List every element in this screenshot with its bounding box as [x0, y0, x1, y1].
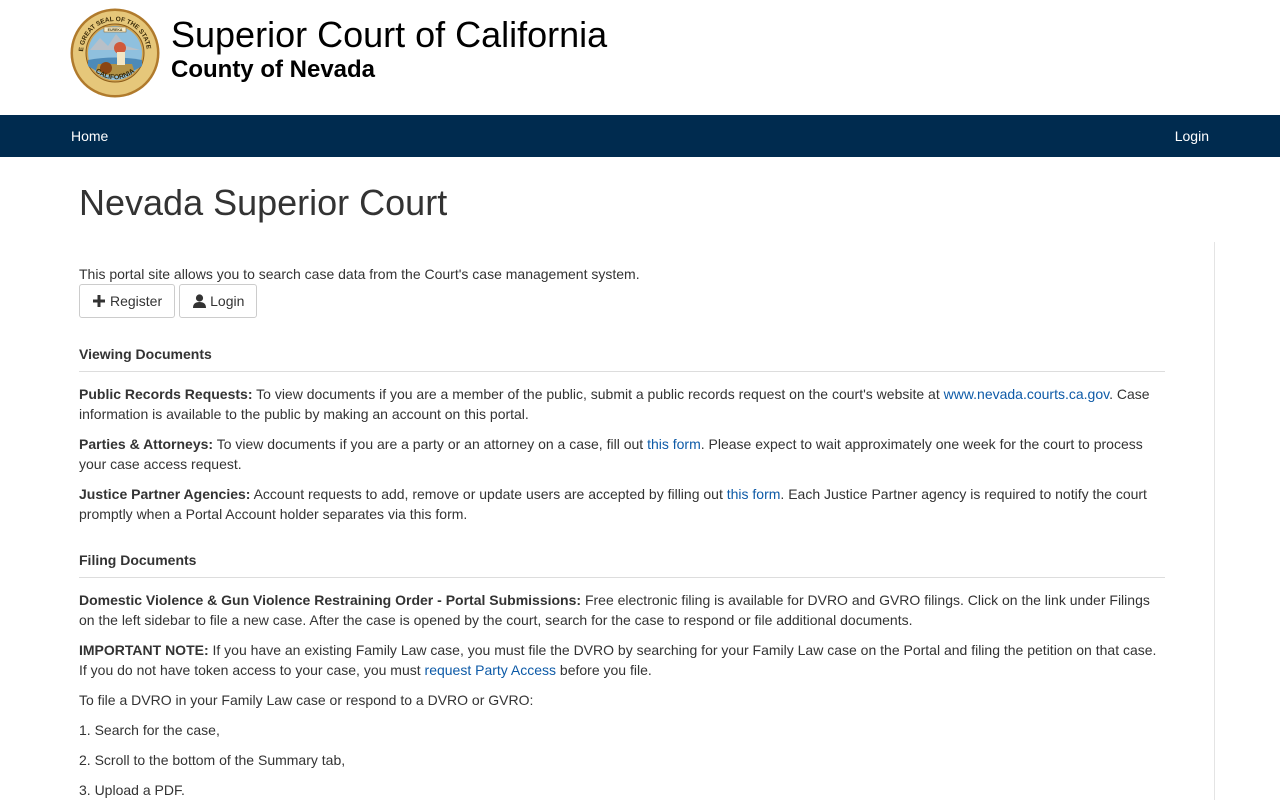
parties-text: To view documents if you are a party or … — [213, 436, 648, 452]
step-item: 3. Upload a PDF. — [79, 782, 185, 798]
login-button[interactable]: Login — [179, 284, 258, 318]
dv-submissions-paragraph: Domestic Violence & Gun Violence Restrai… — [79, 590, 1165, 630]
step-item: 2. Scroll to the bottom of the Summary t… — [79, 752, 346, 768]
justice-form-link[interactable]: this form — [727, 486, 781, 502]
dv-submissions-label: Domestic Violence & Gun Violence Restrai… — [79, 592, 582, 608]
register-button[interactable]: Register — [79, 284, 176, 318]
sidebar-divider — [1214, 242, 1215, 800]
important-note-label: IMPORTANT NOTE: — [79, 642, 209, 658]
steps-intro: To file a DVRO in your Family Law case o… — [79, 692, 534, 708]
justice-text: Account requests to add, remove or updat… — [250, 486, 727, 502]
important-note-text-end: before you file. — [556, 662, 652, 678]
public-records-paragraph: Public Records Requests: To view documen… — [79, 384, 1165, 424]
public-records-text: To view documents if you are a member of… — [252, 386, 944, 402]
plus-icon — [92, 294, 106, 308]
request-party-access-link[interactable]: request Party Access — [425, 662, 557, 678]
court-website-link[interactable]: www.nevada.courts.ca.gov — [944, 386, 1110, 402]
page-title: Nevada Superior Court — [79, 182, 448, 223]
california-seal-logo: EUREKA THE GREAT SEAL OF THE STATE OF CA… — [70, 8, 160, 98]
justice-partner-label: Justice Partner Agencies: — [79, 486, 251, 502]
filing-documents-heading: Filing Documents — [79, 550, 1165, 578]
viewing-documents-heading: Viewing Documents — [79, 344, 1165, 372]
intro-text: This portal site allows you to search ca… — [79, 266, 640, 282]
main-content: This portal site allows you to search ca… — [79, 264, 1165, 810]
register-button-label: Register — [110, 293, 163, 309]
auth-button-group: Register Login — [79, 284, 1165, 318]
nav-login-link[interactable]: Login — [1175, 115, 1209, 157]
main-navbar: Home Login — [0, 115, 1280, 157]
nav-home-link[interactable]: Home — [71, 115, 108, 157]
parties-attorneys-paragraph: Parties & Attorneys: To view documents i… — [79, 434, 1165, 474]
step-item: 1. Search for the case, — [79, 722, 220, 738]
public-records-label: Public Records Requests: — [79, 386, 253, 402]
user-icon — [192, 294, 206, 308]
parties-attorneys-label: Parties & Attorneys: — [79, 436, 214, 452]
svg-text:EUREKA: EUREKA — [108, 28, 123, 32]
important-note-paragraph: IMPORTANT NOTE: If you have an existing … — [79, 640, 1165, 680]
court-name: Superior Court of California — [171, 14, 608, 55]
county-name: County of Nevada — [171, 56, 376, 83]
justice-partner-paragraph: Justice Partner Agencies: Account reques… — [79, 484, 1165, 524]
site-header: EUREKA THE GREAT SEAL OF THE STATE OF CA… — [0, 0, 1280, 115]
login-button-label: Login — [210, 293, 245, 309]
parties-form-link[interactable]: this form — [647, 436, 701, 452]
